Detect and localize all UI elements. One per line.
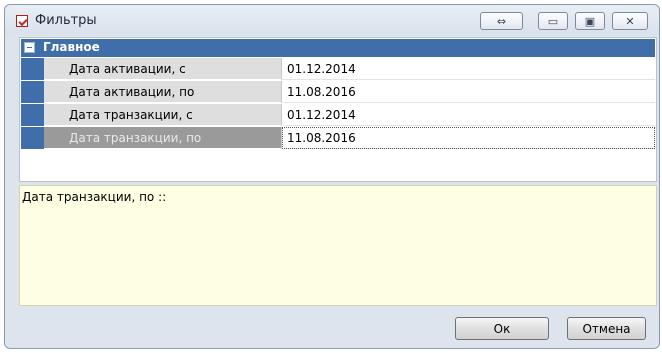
maximize-icon: ▣ <box>584 14 596 28</box>
property-label: Дата активации, по <box>44 81 282 103</box>
row-gutter <box>21 104 44 126</box>
property-row-selected[interactable]: Дата транзакции, по 11.08.2016 <box>21 127 655 149</box>
property-value[interactable]: 11.08.2016 <box>282 127 655 149</box>
window-title: Фильтры <box>35 13 97 28</box>
property-value[interactable]: 01.12.2014 <box>282 58 655 80</box>
group-label: Главное <box>43 40 100 54</box>
description-panel: Дата транзакции, по :: <box>19 185 657 306</box>
swap-button[interactable]: ⇔ <box>480 12 523 30</box>
row-gutter <box>21 81 44 103</box>
filters-window: Фильтры ⇔ ▭ ▣ ✕ Главное Дата активации, … <box>4 4 660 349</box>
row-gutter <box>21 127 44 149</box>
collapse-icon[interactable] <box>24 42 35 53</box>
checkbox-app-icon <box>16 15 28 27</box>
row-gutter <box>21 58 44 80</box>
double-arrow-icon: ⇔ <box>496 14 507 28</box>
property-value[interactable]: 01.12.2014 <box>282 104 655 126</box>
property-label: Дата транзакции, по <box>44 127 282 149</box>
ok-button[interactable]: Ок <box>455 317 549 340</box>
property-label: Дата транзакции, с <box>44 104 282 126</box>
titlebar[interactable]: Фильтры ⇔ ▭ ▣ ✕ <box>5 5 659 37</box>
property-value[interactable]: 11.08.2016 <box>282 81 655 103</box>
property-row[interactable]: Дата активации, по 11.08.2016 <box>21 81 655 103</box>
property-row[interactable]: Дата активации, с 01.12.2014 <box>21 58 655 80</box>
group-header-main[interactable]: Главное <box>21 39 655 57</box>
button-bar: Ок Отмена <box>19 306 657 348</box>
maximize-button[interactable]: ▣ <box>575 12 605 30</box>
property-row[interactable]: Дата транзакции, с 01.12.2014 <box>21 104 655 126</box>
cancel-button[interactable]: Отмена <box>567 317 646 340</box>
description-text: Дата транзакции, по :: <box>22 190 167 204</box>
close-icon: ✕ <box>625 14 635 28</box>
minimize-button[interactable]: ▭ <box>538 12 568 30</box>
property-grid: Главное Дата активации, с 01.12.2014 Дат… <box>19 37 657 182</box>
minimize-icon: ▭ <box>547 14 559 28</box>
property-label: Дата активации, с <box>44 58 282 80</box>
close-button[interactable]: ✕ <box>612 12 648 30</box>
